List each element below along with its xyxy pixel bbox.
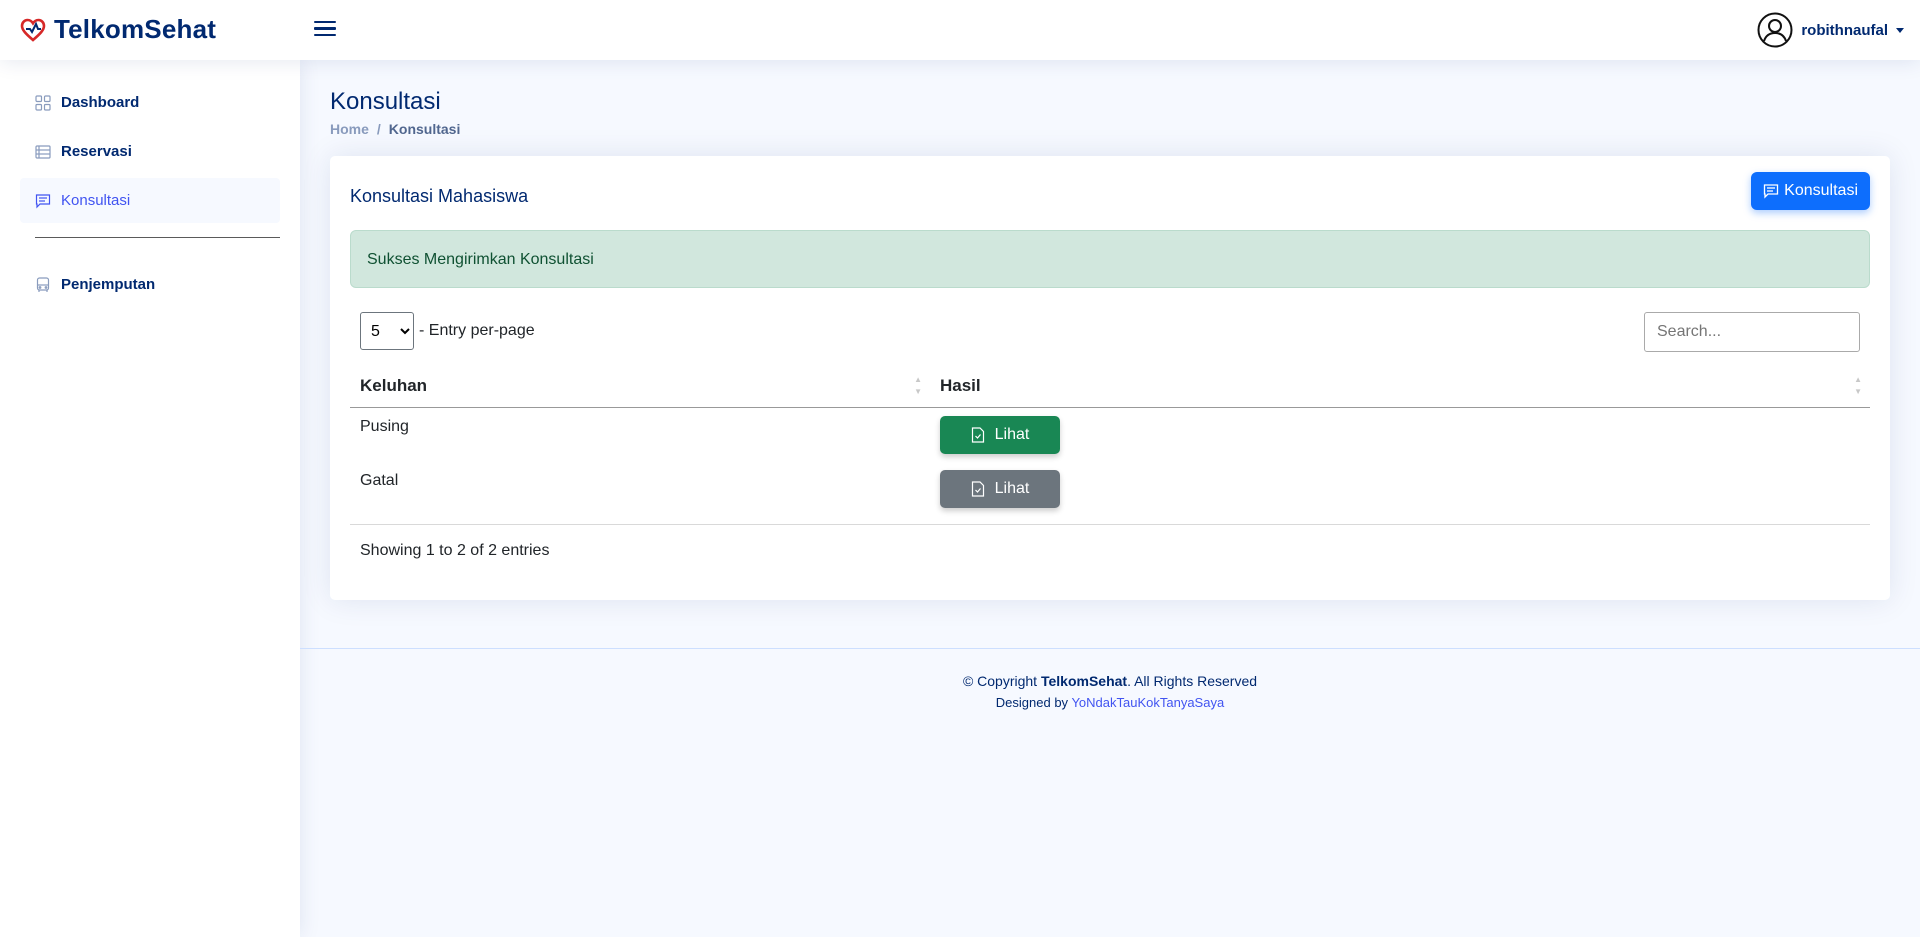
list-icon (35, 144, 51, 159)
sidebar-item-label: Konsultasi (61, 192, 131, 209)
sidebar-item-reservasi[interactable]: Reservasi (20, 129, 280, 174)
breadcrumb: Home / Konsultasi (330, 121, 460, 137)
search-input[interactable] (1644, 312, 1860, 352)
sidebar-item-label: Reservasi (61, 143, 132, 160)
entries-per-page: 5 - Entry per-page (360, 312, 535, 350)
table-header: Keluhan ▲ ▼ Hasil ▲ ▼ (350, 366, 1870, 408)
card-title: Konsultasi Mahasiswa (350, 186, 529, 206)
sidebar-item-konsultasi[interactable]: Konsultasi (20, 178, 280, 223)
chevron-down-icon (1896, 27, 1904, 33)
bus-icon (36, 276, 50, 292)
grid-icon (35, 94, 51, 111)
app-logo[interactable]: TelkomSehat (20, 14, 216, 45)
file-check-icon (971, 481, 984, 497)
user-profile-dropdown[interactable]: robithnaufal (1757, 12, 1904, 48)
sidebar: Dashboard Reservasi Konsultasi Penjemput… (0, 60, 300, 937)
footer-brand: TelkomSehat (1040, 673, 1128, 689)
user-name: robithnaufal (1801, 21, 1888, 39)
entries-select[interactable]: 5 (360, 312, 414, 350)
lihat-button[interactable]: Lihat (940, 470, 1060, 508)
konsultasi-card: Konsultasi Mahasiswa Konsultasi Sukses M… (330, 156, 1890, 600)
sidebar-divider (35, 237, 280, 238)
sidebar-item-label: Dashboard (61, 94, 140, 111)
column-header-hasil[interactable]: Hasil ▲ ▼ (930, 366, 1870, 407)
table-bottom-border (350, 524, 1870, 525)
file-check-icon (971, 427, 984, 443)
person-circle-icon (1757, 12, 1793, 48)
footer: © Copyright TelkomSehat. All Rights Rese… (300, 648, 1920, 710)
top-header: TelkomSehat robithnaufal (0, 0, 1920, 60)
keluhan-cell: Gatal (360, 472, 399, 489)
sidebar-item-dashboard[interactable]: Dashboard (20, 80, 280, 125)
breadcrumb-home-link[interactable]: Home (330, 121, 369, 137)
lihat-button[interactable]: Lihat (940, 416, 1060, 454)
table-info: Showing 1 to 2 of 2 entries (360, 542, 550, 559)
sidebar-item-label: Penjemputan (61, 276, 156, 293)
table-row: Gatal Lihat (350, 462, 1870, 516)
table-row: Pusing Lihat (350, 408, 1870, 462)
chat-icon (35, 193, 51, 208)
new-konsultasi-button[interactable]: Konsultasi (1751, 172, 1870, 210)
column-header-keluhan[interactable]: Keluhan ▲ ▼ (350, 366, 930, 407)
chat-icon (1764, 184, 1779, 199)
page-title: Konsultasi (330, 88, 441, 115)
entries-label: - Entry per-page (419, 322, 535, 339)
keluhan-cell: Pusing (360, 418, 409, 435)
breadcrumb-separator: / (376, 121, 381, 137)
app-name: TelkomSehat (54, 14, 217, 44)
breadcrumb-current: Konsultasi (388, 121, 461, 137)
copyright: © Copyright TelkomSehat. All Rights Rese… (962, 673, 1258, 689)
heart-pulse-icon (20, 18, 46, 42)
main-content: Konsultasi Home / Konsultasi Konsultasi … (300, 60, 1920, 937)
sidebar-toggle-button[interactable] (312, 17, 338, 43)
hasil-cell: Lihat (930, 462, 1870, 516)
button-label: Konsultasi (1784, 182, 1858, 199)
success-alert: Sukses Mengirimkan Konsultasi (350, 230, 1870, 288)
hasil-cell: Lihat (930, 408, 1870, 462)
hamburger-icon (314, 21, 336, 24)
sort-icon: ▲ ▼ (914, 375, 922, 396)
credits: Designed by YoNdakTauKokTanyaSaya (995, 695, 1225, 710)
sort-icon: ▲ ▼ (1854, 375, 1862, 396)
designer-link[interactable]: YoNdakTauKokTanyaSaya (1071, 695, 1224, 710)
sidebar-item-penjemputan[interactable]: Penjemputan (20, 262, 280, 307)
konsultasi-table: Keluhan ▲ ▼ Hasil ▲ ▼ Pusing Lihat Gatal… (350, 366, 1870, 516)
